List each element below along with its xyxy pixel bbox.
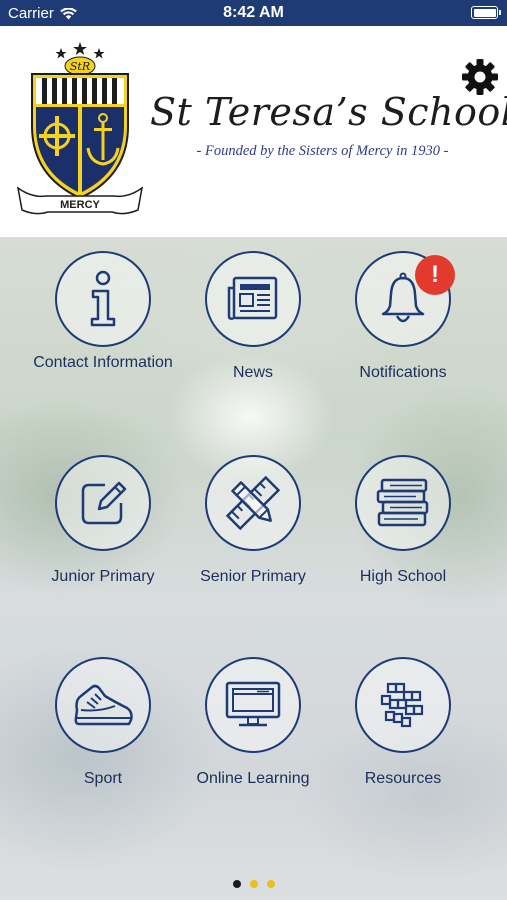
- gear-icon[interactable]: [461, 58, 499, 96]
- tile-label: Sport: [83, 770, 123, 787]
- svg-text:StR: StR: [70, 60, 90, 73]
- school-tagline: - Founded by the Sisters of Mercy in 193…: [196, 143, 449, 159]
- books-icon: [376, 478, 429, 527]
- tile-label: Senior Primary: [200, 568, 306, 585]
- tile-label: News: [232, 364, 273, 381]
- page-indicator[interactable]: [0, 880, 507, 888]
- newspaper-icon: [227, 276, 278, 320]
- monitor-icon: [225, 681, 281, 727]
- tile-label: Junior Primary: [51, 568, 155, 585]
- grid-pattern-icon: [380, 682, 424, 728]
- school-crest-logo: StR MERCY: [16, 42, 144, 215]
- home-menu: Contact Information News ! Notifications…: [0, 237, 507, 900]
- ruler-pencil-icon: [225, 475, 281, 531]
- app-header: StR MERCY St Teresa’s School - Founded b…: [0, 26, 507, 237]
- tile-junior-primary[interactable]: Junior Primary: [18, 455, 188, 587]
- status-bar: Carrier 8:42 AM: [0, 0, 507, 26]
- tile-label: Online Learning: [196, 770, 310, 787]
- tile-label: High School: [359, 568, 447, 585]
- tile-news[interactable]: News: [168, 251, 338, 383]
- tile-contact-information[interactable]: Contact Information: [18, 251, 188, 373]
- school-name: St Teresa’s School: [150, 90, 507, 134]
- pencil-note-icon: [81, 481, 127, 525]
- tile-label: Notifications: [359, 364, 447, 381]
- tile-online-learning[interactable]: Online Learning: [168, 657, 338, 789]
- page-dot[interactable]: [249, 880, 258, 888]
- page-dot[interactable]: [266, 880, 275, 888]
- tile-senior-primary[interactable]: Senior Primary: [168, 455, 338, 587]
- tile-resources[interactable]: Resources: [318, 657, 488, 789]
- tile-label: Resources: [364, 770, 442, 787]
- page-dot[interactable]: [232, 880, 241, 888]
- sneaker-icon: [74, 684, 133, 726]
- tile-sport[interactable]: Sport: [18, 657, 188, 789]
- notification-badge: !: [415, 255, 455, 295]
- info-icon: [90, 270, 116, 327]
- battery-icon: [471, 6, 501, 19]
- tile-high-school[interactable]: High School: [318, 455, 488, 587]
- svg-text:MERCY: MERCY: [60, 199, 100, 211]
- tile-notifications[interactable]: ! Notifications: [318, 251, 488, 383]
- tile-label: Contact Information: [33, 354, 173, 371]
- status-time: 8:42 AM: [223, 4, 284, 21]
